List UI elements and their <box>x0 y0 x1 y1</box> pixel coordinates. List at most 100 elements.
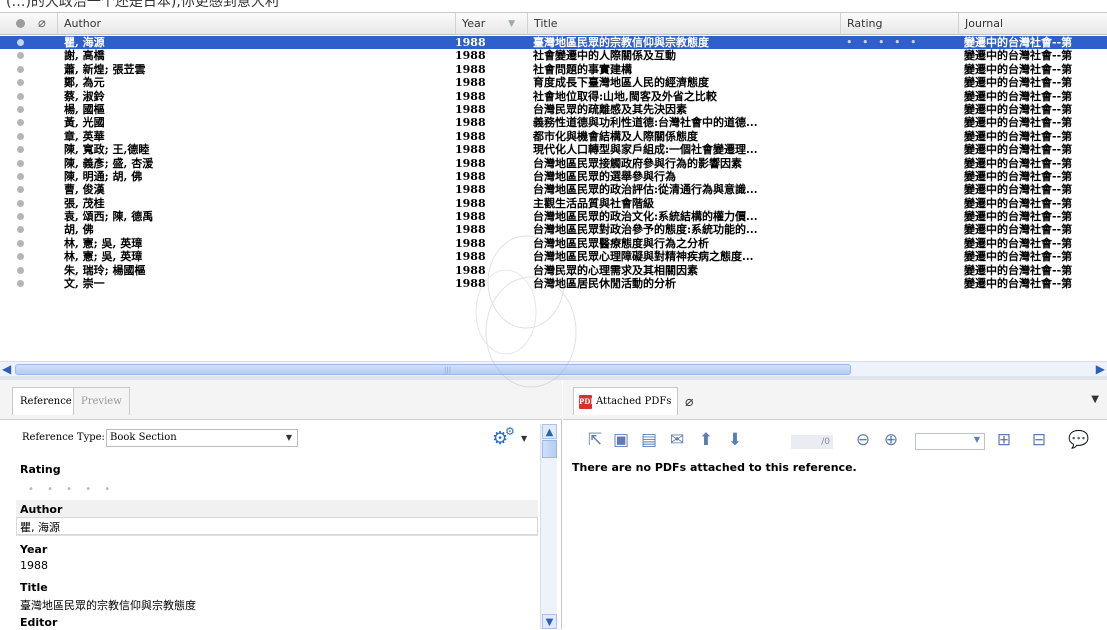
table-row[interactable]: 黃, 光國 1988 義務性道德與功利性道德:台灣社會中的道德... 變遷中的台灣社會… <box>0 116 1107 129</box>
chevron-down-icon: ▼ <box>973 435 980 444</box>
cell-year: 1988 <box>455 183 486 197</box>
cell-author: 文, 崇一 <box>64 277 105 291</box>
read-status-icon[interactable] <box>16 19 25 28</box>
table-row[interactable]: 張, 茂桂 1988 主觀生活品質與社會階級 變遷中的台灣社會--第 <box>0 197 1107 210</box>
table-row[interactable]: 胡, 佛 1988 台灣地區民眾對政治參予的態度:系統功能的... 變遷中的台灣社會-… <box>0 223 1107 236</box>
table-row[interactable]: 章, 英華 1988 都市化與機會結構及人際關係態度 變遷中的台灣社會--第 <box>0 130 1107 143</box>
list-header: ⌀ Author Year ▼ Title Rating Journal <box>0 13 1107 35</box>
title-value[interactable]: 臺灣地區民眾的宗教信仰與宗教態度 <box>20 597 196 613</box>
page-number-field[interactable]: /0 <box>791 435 833 449</box>
author-value: 瞿, 海源 <box>20 521 60 534</box>
table-row[interactable]: 楊, 國樞 1988 台灣民眾的疏離感及其先決因素 變遷中的台灣社會--第 <box>0 103 1107 116</box>
table-row[interactable]: 文, 崇一 1988 台灣地區居民休閒活動的分析 變遷中的台灣社會--第 <box>0 277 1107 290</box>
vertical-scrollbar[interactable]: ▲ ▼ <box>540 424 557 629</box>
pdf-toolbar: ⇱ ▣ ▤ ✉ ⬆ ⬇ /0 ⊖ ⊕ ▼ ⊞ ⊟ 💬 <box>563 420 1107 458</box>
tab-preview[interactable]: Preview <box>73 387 130 415</box>
horizontal-scroll-thumb[interactable]: ||| <box>15 364 851 375</box>
column-header-journal[interactable]: Journal <box>958 13 1107 35</box>
cell-title: 臺灣地區民眾的宗教信仰與宗教態度 <box>533 36 709 49</box>
print-icon[interactable]: ▤ <box>639 430 659 450</box>
cell-title: 社會問題的事實建構 <box>533 62 632 76</box>
reference-type-value: Book Section <box>110 432 177 443</box>
table-row[interactable]: 陳, 義彥; 盛, 杏湲 1988 台灣地區民眾接觸政府參與行為的影響因素 變遷中的台… <box>0 157 1107 170</box>
cell-author: 張, 茂桂 <box>64 196 105 210</box>
zoom-out-icon[interactable]: ⊖ <box>853 430 873 450</box>
reference-tabs: Reference Preview <box>0 380 562 420</box>
column-header-author[interactable]: Author <box>57 13 455 35</box>
cell-year: 1988 <box>455 102 486 116</box>
reference-type-select[interactable]: Book Section ▼ <box>106 429 298 447</box>
table-row[interactable]: 陳, 明通; 胡, 佛 1988 台灣地區民眾的選舉參與行為 變遷中的台灣社會--第 <box>0 170 1107 183</box>
cell-journal: 變遷中的台灣社會--第 <box>964 49 1073 63</box>
tab-attached-pdfs[interactable]: PDF Attached PDFs <box>573 387 679 415</box>
cell-title: 台灣民眾的心理需求及其相關因素 <box>533 263 698 277</box>
cell-journal: 變遷中的台灣社會--第 <box>964 89 1073 103</box>
column-journal-label: Journal <box>965 17 1004 30</box>
paperclip-icon[interactable]: ⌀ <box>685 394 693 410</box>
options-gear-button[interactable]: ⚙ ⚙ ▼ <box>492 425 532 450</box>
table-row[interactable]: 曹, 俊漢 1988 台灣地區民眾的政治評估:從清通行為與意識... 變遷中的台灣社會… <box>0 183 1107 196</box>
cell-title: 社會地位取得:山地,閩客及外省之比較 <box>533 89 717 103</box>
panel-menu-icon[interactable]: ▼ <box>1091 394 1099 405</box>
rating-stars[interactable]: • • • • • <box>28 484 115 495</box>
read-status-icon <box>17 39 24 46</box>
arrow-up-icon[interactable]: ⬆ <box>696 430 716 450</box>
scroll-left-icon[interactable]: ◀ <box>2 363 14 376</box>
cell-journal: 變遷中的台灣社會--第 <box>964 277 1073 291</box>
table-row[interactable]: 林, 憲; 吳, 英璋 1988 台灣地區民眾醫療態度與行為之分析 變遷中的台灣社會-… <box>0 237 1107 250</box>
page-layout-2-icon[interactable]: ⊟ <box>1028 430 1050 450</box>
read-status-icon <box>17 253 24 261</box>
scroll-up-icon[interactable]: ▲ <box>542 424 557 439</box>
tab-reference[interactable]: Reference <box>12 387 80 415</box>
page-layout-icon[interactable]: ⊞ <box>993 430 1015 450</box>
read-status-icon <box>17 159 24 167</box>
author-field[interactable] <box>16 517 538 535</box>
table-row[interactable]: 瞿, 海源 1988 臺灣地區民眾的宗教信仰與宗教態度 • • • • • 變遷中的台灣… <box>0 36 1107 50</box>
cell-year: 1988 <box>455 129 486 143</box>
table-row[interactable]: 袁, 頌西; 陳, 德禹 1988 台灣地區民眾的政治文化:系統結構的權力價... 變… <box>0 210 1107 223</box>
column-header-year[interactable]: Year ▼ <box>455 13 527 35</box>
open-external-icon[interactable]: ⇱ <box>585 430 605 450</box>
column-header-rating[interactable]: Rating <box>840 13 958 35</box>
no-pdfs-message: There are no PDFs attached to this refer… <box>572 461 857 474</box>
cell-title: 台灣地區民眾醫療態度與行為之分析 <box>533 236 709 250</box>
cell-author: 蕭, 新煌; 張苙雲 <box>64 62 146 76</box>
read-status-icon <box>17 186 24 194</box>
table-row[interactable]: 朱, 瑞玲; 楊國樞 1988 台灣民眾的心理需求及其相關因素 變遷中的台灣社會--第 <box>0 264 1107 277</box>
scroll-right-icon[interactable]: ▶ <box>1093 363 1105 376</box>
read-status-icon <box>17 146 24 154</box>
column-header-title[interactable]: Title <box>527 13 840 35</box>
reference-list[interactable]: ⌀ Author Year ▼ Title Rating Journal 瞿, 海… <box>0 12 1107 376</box>
cell-author: 林, 憲; 吳, 英璋 <box>64 250 143 264</box>
read-status-icon <box>17 226 24 234</box>
table-row[interactable]: 蕭, 新煌; 張苙雲 1988 社會問題的事實建構 變遷中的台灣社會--第 <box>0 63 1107 76</box>
read-status-icon <box>17 79 24 87</box>
scroll-down-icon[interactable]: ▼ <box>542 614 557 629</box>
table-row[interactable]: 陳, 寬政; 王,德睦 1988 現代化人口轉型與家戶組成:一個社會變遷理... 變遷… <box>0 143 1107 156</box>
cell-year: 1988 <box>455 116 486 130</box>
read-status-icon <box>17 266 24 274</box>
column-year-label: Year <box>462 17 486 30</box>
reference-panel: Reference Preview Reference Type: Book S… <box>0 380 562 629</box>
vertical-scroll-thumb[interactable] <box>542 440 557 458</box>
comment-icon[interactable]: 💬 <box>1068 430 1090 450</box>
table-row[interactable]: 林, 憲; 吳, 英璋 1988 台灣地區民眾心理障礙與對精神疾病之態度... 變遷中… <box>0 250 1107 263</box>
gear-small-icon: ⚙ <box>505 425 515 438</box>
cell-journal: 變遷中的台灣社會--第 <box>964 129 1073 143</box>
cell-year: 1988 <box>455 223 486 237</box>
horizontal-scrollbar[interactable]: ◀ ||| ▶ <box>0 361 1107 376</box>
save-icon[interactable]: ▣ <box>611 430 631 450</box>
table-row[interactable]: 謝, 高橋 1988 社會變遷中的人際關係及互動 變遷中的台灣社會--第 <box>0 49 1107 62</box>
cell-author: 曹, 俊漢 <box>64 183 105 197</box>
arrow-down-icon[interactable]: ⬇ <box>725 430 745 450</box>
table-row[interactable]: 鄭, 為元 1988 育度成長下臺灣地區人民的經濟態度 變遷中的台灣社會--第 <box>0 76 1107 89</box>
year-value[interactable]: 1988 <box>20 559 48 572</box>
email-icon[interactable]: ✉ <box>666 430 688 450</box>
table-row[interactable]: 蔡, 淑鈴 1988 社會地位取得:山地,閩客及外省之比較 變遷中的台灣社會--第 <box>0 90 1107 103</box>
chevron-down-icon: ▼ <box>285 433 292 442</box>
attachment-clip-icon[interactable]: ⌀ <box>38 16 46 31</box>
cell-title: 社會變遷中的人際關係及互動 <box>533 49 676 63</box>
zoom-select[interactable]: ▼ <box>915 433 985 450</box>
zoom-in-icon[interactable]: ⊕ <box>881 430 901 450</box>
cell-journal: 變遷中的台灣社會--第 <box>964 210 1073 224</box>
